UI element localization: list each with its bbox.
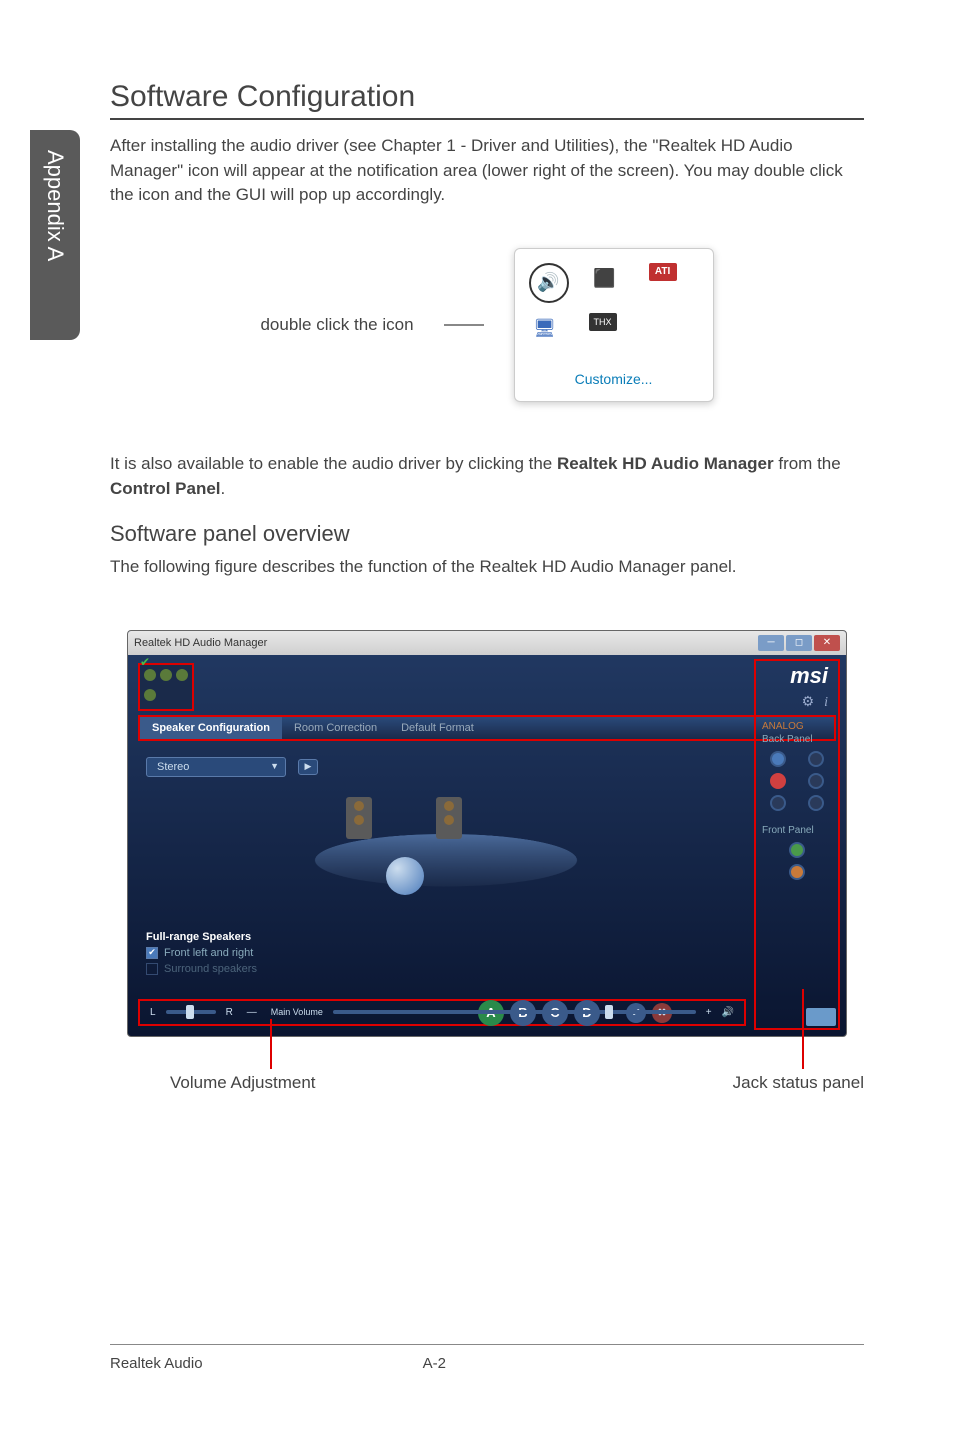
- panel-figure: Device Selection Application Enhancement…: [110, 630, 864, 1037]
- jack-front-1[interactable]: [789, 842, 805, 858]
- analog-label: ANALOG: [762, 721, 832, 732]
- volume-slider[interactable]: [333, 1010, 696, 1014]
- close-button[interactable]: ✕: [814, 635, 840, 651]
- jack-back-4[interactable]: [808, 773, 824, 789]
- jack-back-3[interactable]: [770, 773, 786, 789]
- checkbox-front-lr[interactable]: ✔: [146, 947, 158, 959]
- enhancement-tabs: Speaker Configuration Room Correction De…: [138, 715, 836, 741]
- front-lr-label: Front left and right: [164, 947, 253, 959]
- jack-back-2[interactable]: [808, 751, 824, 767]
- callout-line: [802, 989, 804, 1069]
- tab-speaker-configuration[interactable]: Speaker Configuration: [140, 717, 282, 739]
- page-footer: Realtek Audio A-2: [110, 1344, 864, 1372]
- callout-line: [270, 1019, 272, 1069]
- jack-front-2[interactable]: [789, 864, 805, 880]
- double-click-label: double click the icon: [260, 315, 413, 335]
- balance-right-label: R: [226, 1007, 233, 1018]
- device-selection-box[interactable]: ✔: [138, 663, 194, 711]
- callout-jack-status: Jack status panel: [733, 1073, 864, 1093]
- test-play-button[interactable]: ▶: [298, 759, 318, 775]
- thx-tray-icon[interactable]: THX: [589, 313, 617, 331]
- ati-tray-icon[interactable]: ATI: [649, 263, 677, 281]
- speaker-layout-visual: [146, 787, 746, 927]
- arrow-line: [444, 324, 484, 326]
- speaker-right-icon[interactable]: [436, 797, 462, 839]
- connector-badge-icon[interactable]: [806, 1008, 836, 1026]
- back-panel-label: Back Panel: [762, 734, 832, 745]
- footer-page-number: A-2: [423, 1355, 446, 1372]
- main-volume-label: Main Volume: [271, 1007, 323, 1017]
- balance-slider[interactable]: [166, 1010, 216, 1014]
- volume-plus-icon: +: [706, 1007, 712, 1018]
- balance-left-label: L: [150, 1007, 156, 1018]
- overview-desc: The following figure describes the funct…: [110, 555, 864, 580]
- minimize-button[interactable]: ─: [758, 635, 784, 651]
- full-range-heading: Full-range Speakers: [146, 931, 746, 943]
- speaker-icon[interactable]: 🔊: [722, 1007, 734, 1018]
- callout-volume-adjustment: Volume Adjustment: [170, 1073, 316, 1093]
- realtek-audio-manager-window: Realtek HD Audio Manager ─ ◻ ✕ ✔ msi ⚙ i: [127, 630, 847, 1037]
- customize-link[interactable]: Customize...: [529, 365, 699, 387]
- jack-back-6[interactable]: [808, 795, 824, 811]
- checkbox-surround: [146, 963, 158, 975]
- monitor-tray-icon[interactable]: 🖥: [529, 313, 561, 345]
- also-available-paragraph: It is also available to enable the audio…: [110, 452, 864, 501]
- tab-room-correction[interactable]: Room Correction: [282, 717, 389, 739]
- intro-paragraph: After installing the audio driver (see C…: [110, 134, 864, 208]
- jack-status-panel: ANALOG Back Panel Front Panel: [754, 659, 840, 1030]
- listener-position-icon: [386, 857, 424, 895]
- tab-default-format[interactable]: Default Format: [389, 717, 486, 739]
- maximize-button[interactable]: ◻: [786, 635, 812, 651]
- empty-tray-slot: [649, 313, 681, 345]
- section-title: Software Configuration: [110, 80, 864, 120]
- realtek-audio-tray-icon[interactable]: 🔊: [529, 263, 569, 303]
- window-titlebar: Realtek HD Audio Manager ─ ◻ ✕: [128, 631, 846, 655]
- jack-back-1[interactable]: [770, 751, 786, 767]
- window-title-text: Realtek HD Audio Manager: [134, 637, 267, 649]
- nvidia-tray-icon[interactable]: ⬛: [589, 263, 621, 295]
- footer-left: Realtek Audio: [110, 1355, 203, 1372]
- tray-icon-figure: double click the icon 🔊 ⬛ ATI 🖥 THX Cust…: [110, 248, 864, 402]
- speaker-config-dropdown[interactable]: Stereo: [146, 757, 286, 777]
- surround-label: Surround speakers: [164, 963, 257, 975]
- speaker-left-icon[interactable]: [346, 797, 372, 839]
- front-panel-label: Front Panel: [762, 825, 832, 836]
- jack-back-5[interactable]: [770, 795, 786, 811]
- overview-heading: Software panel overview: [110, 521, 864, 547]
- system-tray-popup: 🔊 ⬛ ATI 🖥 THX Customize...: [514, 248, 714, 402]
